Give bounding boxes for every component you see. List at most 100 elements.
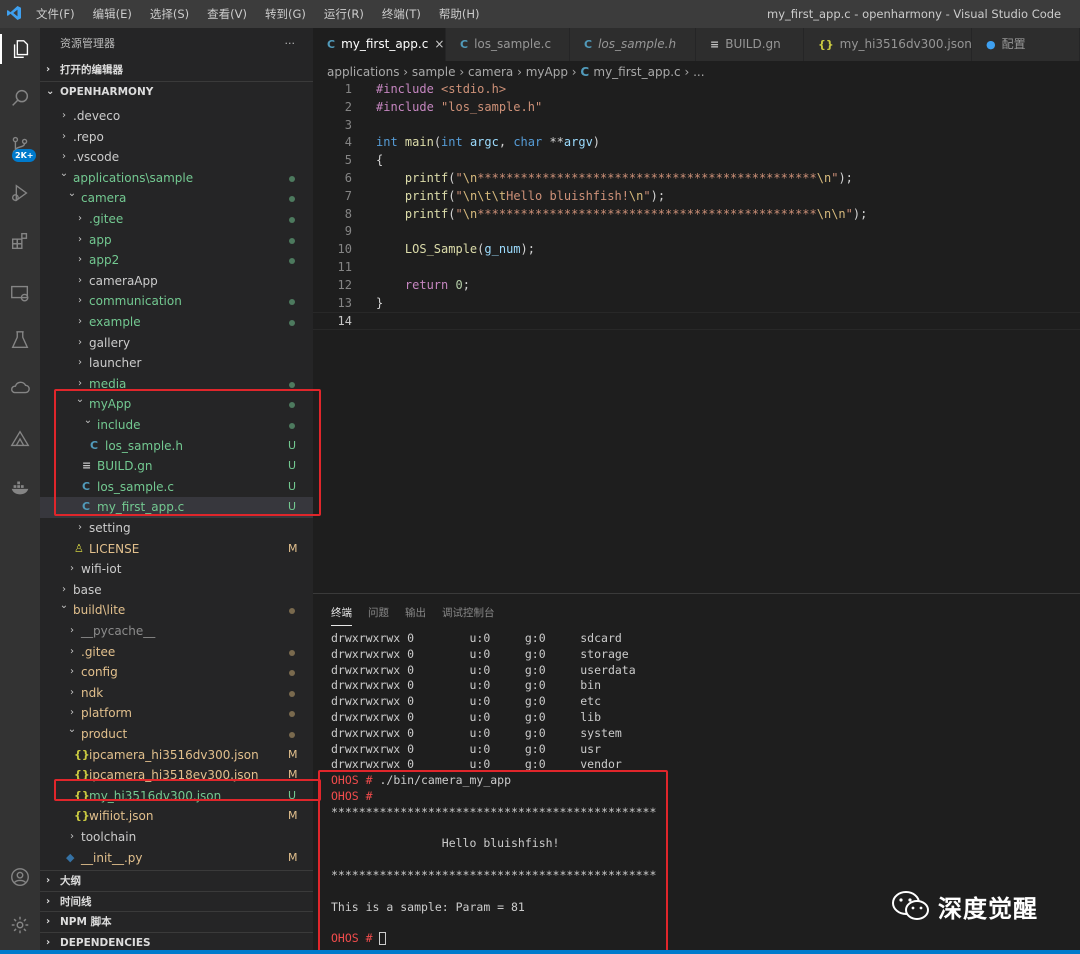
folder-row[interactable]: › base <box>40 580 313 601</box>
file-row[interactable]: {} ipcamera_hi3516dv300.json M <box>40 745 313 766</box>
breadcrumb-separator-icon: › <box>567 65 581 79</box>
status-bar <box>0 950 1080 954</box>
breadcrumb-tail[interactable]: ... <box>693 65 704 79</box>
extensions-icon[interactable] <box>0 226 40 256</box>
folder-row[interactable]: › cameraApp <box>40 271 313 292</box>
menu-item[interactable]: 运行(R) <box>324 0 364 28</box>
folder-row[interactable]: › .repo <box>40 127 313 148</box>
folder-row[interactable]: ⌄ applications\sample <box>40 168 313 189</box>
menu-item[interactable]: 帮助(H) <box>439 0 480 28</box>
line-number: 8 <box>344 206 352 221</box>
folder-row[interactable]: › .gitee <box>40 209 313 230</box>
highlight-box-terminal <box>318 770 668 952</box>
folder-row[interactable]: › platform <box>40 703 313 724</box>
close-icon[interactable]: × <box>434 37 444 51</box>
tab-my-hi3516dv300-json[interactable]: {} my_hi3516dv300.json <box>804 28 972 61</box>
tab---[interactable]: ● 配置 <box>972 28 1080 61</box>
tab-los-sample-h[interactable]: Clos_sample.h <box>570 28 696 61</box>
menu-item[interactable]: 查看(V) <box>207 0 247 28</box>
tree-item-label: gallery <box>89 335 131 350</box>
workspace-section[interactable]: ⌄ OPENHARMONY <box>40 81 313 101</box>
tree-item-label: cameraApp <box>89 273 158 288</box>
code-line: 8 printf("\n****************************… <box>313 206 1080 224</box>
folder-row[interactable]: › toolchain <box>40 827 313 848</box>
more-actions-icon[interactable]: ··· <box>285 28 296 60</box>
folder-row[interactable]: › setting <box>40 518 313 539</box>
folder-row[interactable]: › app <box>40 230 313 251</box>
panel-tab[interactable]: 调试控制台 <box>442 600 495 626</box>
folder-row[interactable]: ⌄ build\lite <box>40 600 313 621</box>
menu-item[interactable]: 文件(F) <box>36 0 75 28</box>
wechat-icon <box>892 891 929 920</box>
code-token: " <box>845 206 853 221</box>
breadcrumb-part[interactable]: camera <box>468 65 513 79</box>
remote-explorer-icon[interactable] <box>0 278 40 308</box>
account-icon[interactable] <box>0 862 40 892</box>
folder-row[interactable]: › example <box>40 312 313 333</box>
open-editors-section[interactable]: › 打开的编辑器 <box>40 60 313 80</box>
breadcrumb-part[interactable]: sample <box>412 65 456 79</box>
title-bar: 文件(F) 编辑(E) 选择(S) 查看(V) 转到(G) 运行(R) 终端(T) 帮助(H)… <box>0 0 1080 28</box>
breadcrumb-part[interactable]: applications <box>327 65 399 79</box>
settings-gear-icon[interactable] <box>0 910 40 940</box>
folder-row[interactable]: ⌄ camera <box>40 188 313 209</box>
breadcrumb-part[interactable]: myApp <box>526 65 568 79</box>
tab-my-first-app-c[interactable]: Cmy_first_app.c × <box>313 28 446 61</box>
chevron-right-icon: › <box>78 522 82 533</box>
folder-row[interactable]: › __pycache__ <box>40 621 313 642</box>
folder-row[interactable]: › launcher <box>40 353 313 374</box>
file-row[interactable]: {} wifiiot.json M <box>40 806 313 827</box>
code-token: ); <box>852 206 868 221</box>
code-line: 14 <box>313 312 1080 331</box>
git-status-badge: M <box>288 747 298 761</box>
watermark-text: 深度觉醒 <box>938 894 1038 923</box>
collapsed-section[interactable]: › 大纲 <box>40 870 313 890</box>
testing-icon[interactable] <box>0 325 40 355</box>
deploy-icon[interactable] <box>0 424 40 454</box>
code-token: int <box>376 135 405 150</box>
code-token: "los_sample.h" <box>441 99 543 114</box>
code-token: ( <box>448 206 456 221</box>
folder-row[interactable]: › config <box>40 662 313 683</box>
run-debug-icon[interactable] <box>0 178 40 208</box>
docker-icon[interactable] <box>0 472 40 502</box>
code-token: LOS_Sample <box>404 242 478 257</box>
folder-row[interactable]: ⌄ product <box>40 724 313 745</box>
folder-row[interactable]: › .deveco <box>40 106 313 127</box>
tree-item-label: launcher <box>89 356 142 371</box>
collapsed-section[interactable]: › DEPENDENCIES <box>40 931 313 952</box>
menu-item[interactable]: 选择(S) <box>150 0 189 28</box>
breadcrumb-file[interactable]: my_first_app.c <box>593 65 680 79</box>
folder-row[interactable]: › communication <box>40 291 313 312</box>
tab-build-gn[interactable]: ≡ BUILD.gn <box>696 28 804 61</box>
explorer-icon[interactable] <box>0 34 40 64</box>
panel-tab[interactable]: 输出 <box>405 600 426 626</box>
menu-item[interactable]: 转到(G) <box>265 0 306 28</box>
status-dot <box>289 196 295 203</box>
folder-row[interactable]: › gallery <box>40 333 313 354</box>
collapsed-section[interactable]: › 时间线 <box>40 890 313 911</box>
code-token: ); <box>650 188 666 203</box>
menu-item[interactable]: 编辑(E) <box>93 0 132 28</box>
tab-los-sample-c[interactable]: Clos_sample.c <box>446 28 570 61</box>
panel-tab[interactable]: 终端 <box>331 600 352 626</box>
status-dot <box>289 732 295 738</box>
tree-item-label: app2 <box>89 253 120 268</box>
code-token: " <box>643 188 651 203</box>
code-line: 7 printf("\n\t\tHello bluishfish!\n"); <box>313 188 1080 206</box>
terminal-line: drwxrwxrwx 0 u:0 g:0 lib <box>331 710 601 726</box>
cloud-icon[interactable] <box>0 373 40 403</box>
collapsed-section[interactable]: › NPM 脚本 <box>40 911 313 931</box>
folder-row[interactable]: › .gitee <box>40 642 313 663</box>
search-icon[interactable] <box>0 83 40 113</box>
folder-row[interactable]: › app2 <box>40 250 313 271</box>
tab-file-icon: C <box>327 38 336 51</box>
line-text: int main(int argc, char **argv) <box>376 134 600 152</box>
folder-row[interactable]: › wifi-iot <box>40 559 313 580</box>
file-row[interactable]: ◆ __init__.py M <box>40 848 313 869</box>
menu-item[interactable]: 终端(T) <box>382 0 421 28</box>
file-row[interactable]: ♙ LICENSE M <box>40 539 313 560</box>
folder-row[interactable]: › .vscode <box>40 147 313 168</box>
folder-row[interactable]: › ndk <box>40 683 313 704</box>
panel-tab[interactable]: 问题 <box>368 600 389 626</box>
